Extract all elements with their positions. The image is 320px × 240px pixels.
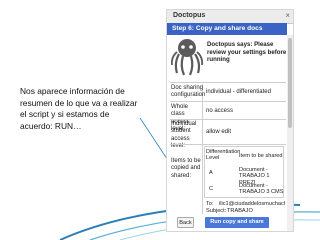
- app-title: Doctopus: [173, 12, 206, 19]
- subject-label: Subject:: [206, 208, 227, 214]
- close-icon[interactable]: ×: [285, 11, 290, 20]
- items-label: Items to be copied and shared:: [171, 158, 201, 179]
- subject-value: TRABAJO: [227, 208, 253, 214]
- row-divider: [170, 119, 286, 120]
- whole-class-value: no access: [206, 108, 234, 114]
- step-header: Step 6: Copy and share docs: [167, 23, 287, 35]
- sharing-config-value: individual - differentiated: [206, 89, 271, 95]
- individual-value: allow edit: [206, 129, 232, 135]
- doctopus-dialog: Doctopus × Step 6: Copy and share docs D…: [166, 9, 294, 232]
- table-cell-level: C: [209, 186, 214, 192]
- caption-text: Nos aparece información de resumen de lo…: [20, 86, 138, 131]
- octopus-icon: [170, 39, 204, 76]
- table-header-level: Differentiation Level: [206, 149, 241, 162]
- row-divider: [170, 101, 286, 102]
- step-title: Step 6: Copy and share docs: [172, 25, 263, 32]
- run-copy-and-share-button[interactable]: Run copy and share: [205, 217, 269, 228]
- to-label: To:: [206, 201, 214, 207]
- section-divider: [170, 82, 286, 83]
- doctopus-message: Doctopus says: Please review your settin…: [207, 41, 287, 64]
- table-cell-item: Document - TRABAJO 3 CMS: [239, 183, 284, 196]
- app-title-bar: Doctopus ×: [167, 10, 293, 24]
- back-button[interactable]: Back: [177, 217, 194, 228]
- table-cell-level: A: [209, 170, 213, 176]
- individual-label: Individual student access level:: [171, 121, 197, 149]
- table-header-item: Item to be shared: [239, 153, 283, 159]
- sharing-config-label: Doc sharing configuration: [171, 85, 206, 99]
- row-divider: [170, 144, 286, 145]
- scrollbar-thumb[interactable]: [288, 38, 292, 128]
- to-value: ilic1@ciudaddelosmuchachos: [219, 201, 285, 207]
